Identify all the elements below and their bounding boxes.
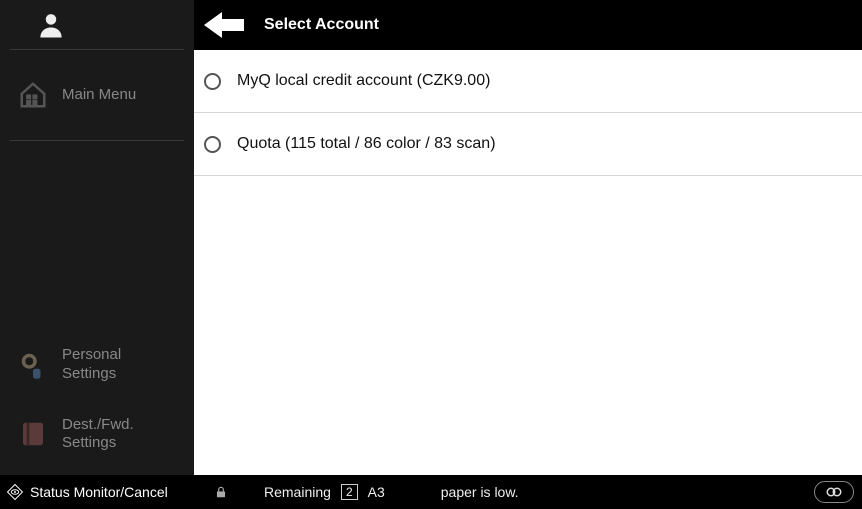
keychain-icon bbox=[18, 350, 48, 380]
sidebar-item-label: Dest./Fwd. Settings bbox=[62, 416, 134, 454]
account-label: MyQ local credit account (CZK9.00) bbox=[237, 72, 490, 90]
sidebar-user[interactable] bbox=[10, 0, 184, 50]
radio-icon bbox=[204, 136, 221, 153]
status-monitor-label: Status Monitor/Cancel bbox=[30, 484, 168, 500]
account-option[interactable]: Quota (115 total / 86 color / 83 scan) bbox=[194, 113, 862, 176]
address-book-icon bbox=[18, 419, 48, 449]
sidebar-item-dest-fwd-settings[interactable]: Dest./Fwd. Settings bbox=[0, 400, 194, 476]
header: Select Account bbox=[194, 0, 862, 50]
account-option[interactable]: MyQ local credit account (CZK9.00) bbox=[194, 50, 862, 113]
sidebar-item-label: Main Menu bbox=[62, 86, 136, 105]
account-list: MyQ local credit account (CZK9.00) Quota… bbox=[194, 50, 862, 475]
sidebar-item-label: Personal Settings bbox=[62, 346, 121, 384]
radio-icon bbox=[204, 73, 221, 90]
status-message-area: Remaining 2 A3 paper is low. bbox=[194, 481, 862, 503]
sidebar: Main Menu Personal Settings Dest./Fwd. S… bbox=[0, 0, 194, 475]
status-message: paper is low. bbox=[441, 484, 519, 500]
status-bar: Status Monitor/Cancel Remaining 2 A3 pap… bbox=[0, 475, 862, 509]
config-button[interactable] bbox=[814, 481, 854, 503]
account-label: Quota (115 total / 86 color / 83 scan) bbox=[237, 135, 496, 153]
user-icon bbox=[36, 10, 66, 40]
link-icon bbox=[825, 484, 843, 500]
diamond-eye-icon bbox=[6, 483, 24, 501]
page-title: Select Account bbox=[264, 16, 379, 34]
sidebar-item-personal-settings[interactable]: Personal Settings bbox=[0, 330, 194, 400]
sidebar-item-main-menu[interactable]: Main Menu bbox=[10, 50, 184, 141]
remaining-label: Remaining bbox=[264, 484, 331, 500]
home-icon bbox=[18, 80, 48, 110]
lock-icon bbox=[214, 485, 228, 499]
main-panel: Select Account MyQ local credit account … bbox=[194, 0, 862, 475]
status-monitor-button[interactable]: Status Monitor/Cancel bbox=[0, 483, 194, 501]
remaining-count: 2 bbox=[341, 484, 358, 500]
paper-size: A3 bbox=[368, 484, 385, 500]
back-arrow-icon[interactable] bbox=[204, 11, 244, 39]
